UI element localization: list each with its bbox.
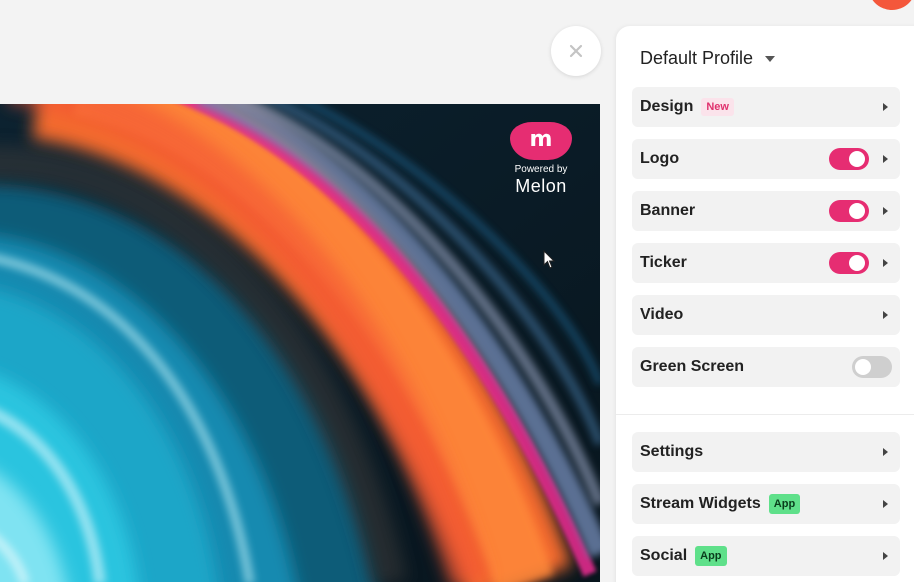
melon-logo-letter: m	[529, 126, 553, 152]
toggle-knob	[849, 203, 865, 219]
settings-panel: Default Profile Design New Logo Banner T…	[616, 26, 914, 582]
new-badge: New	[701, 98, 734, 116]
section-label: Green Screen	[640, 358, 745, 375]
section-banner[interactable]: Banner	[632, 191, 900, 231]
panel-divider	[616, 414, 914, 415]
corner-avatar[interactable]	[868, 0, 914, 10]
toggle-knob	[849, 255, 865, 271]
section-label: Design	[640, 98, 694, 115]
app-badge: App	[768, 494, 801, 514]
section-settings[interactable]: Settings	[632, 432, 900, 472]
chevron-right-icon	[883, 448, 888, 456]
chevron-right-icon	[883, 311, 888, 319]
section-label: Social	[640, 547, 688, 564]
chevron-right-icon	[883, 207, 888, 215]
powered-by-text: Powered by	[514, 164, 568, 175]
chevron-right-icon	[883, 552, 888, 560]
melon-brand-text: Melon	[515, 176, 567, 196]
section-logo[interactable]: Logo	[632, 139, 900, 179]
section-label: Settings	[640, 443, 704, 460]
green-screen-toggle[interactable]	[852, 356, 892, 378]
section-design[interactable]: Design New	[632, 87, 900, 127]
melon-logo-mark: m	[510, 122, 572, 160]
caret-down-icon	[765, 55, 776, 62]
chevron-right-icon	[883, 259, 888, 267]
chevron-right-icon	[883, 500, 888, 508]
section-label: Banner	[640, 202, 696, 219]
section-social[interactable]: Social App	[632, 536, 900, 576]
section-stream-widgets[interactable]: Stream Widgets App	[632, 484, 900, 524]
section-video[interactable]: Video	[632, 295, 900, 335]
close-button[interactable]	[551, 26, 601, 76]
toggle-knob	[855, 359, 871, 375]
stream-preview: m Powered by Melon	[0, 104, 600, 582]
app-stage: m Powered by Melon Default Profile Desig…	[0, 0, 914, 582]
chevron-right-icon	[883, 155, 888, 163]
banner-toggle[interactable]	[829, 200, 869, 222]
close-icon	[569, 44, 583, 58]
toggle-knob	[849, 151, 865, 167]
section-label: Stream Widgets	[640, 495, 761, 512]
section-label: Ticker	[640, 254, 687, 271]
section-label: Video	[640, 306, 684, 323]
app-badge: App	[695, 546, 727, 566]
section-label: Logo	[640, 150, 680, 167]
section-ticker[interactable]: Ticker	[632, 243, 900, 283]
logo-toggle[interactable]	[829, 148, 869, 170]
profile-title: Default Profile	[640, 48, 754, 68]
profile-selector[interactable]: Default Profile	[640, 48, 776, 69]
ticker-toggle[interactable]	[829, 252, 869, 274]
mouse-pointer-icon	[543, 250, 556, 269]
section-green-screen[interactable]: Green Screen	[632, 347, 900, 387]
chevron-right-icon	[883, 103, 888, 111]
melon-logo: m Powered by Melon	[510, 122, 572, 197]
